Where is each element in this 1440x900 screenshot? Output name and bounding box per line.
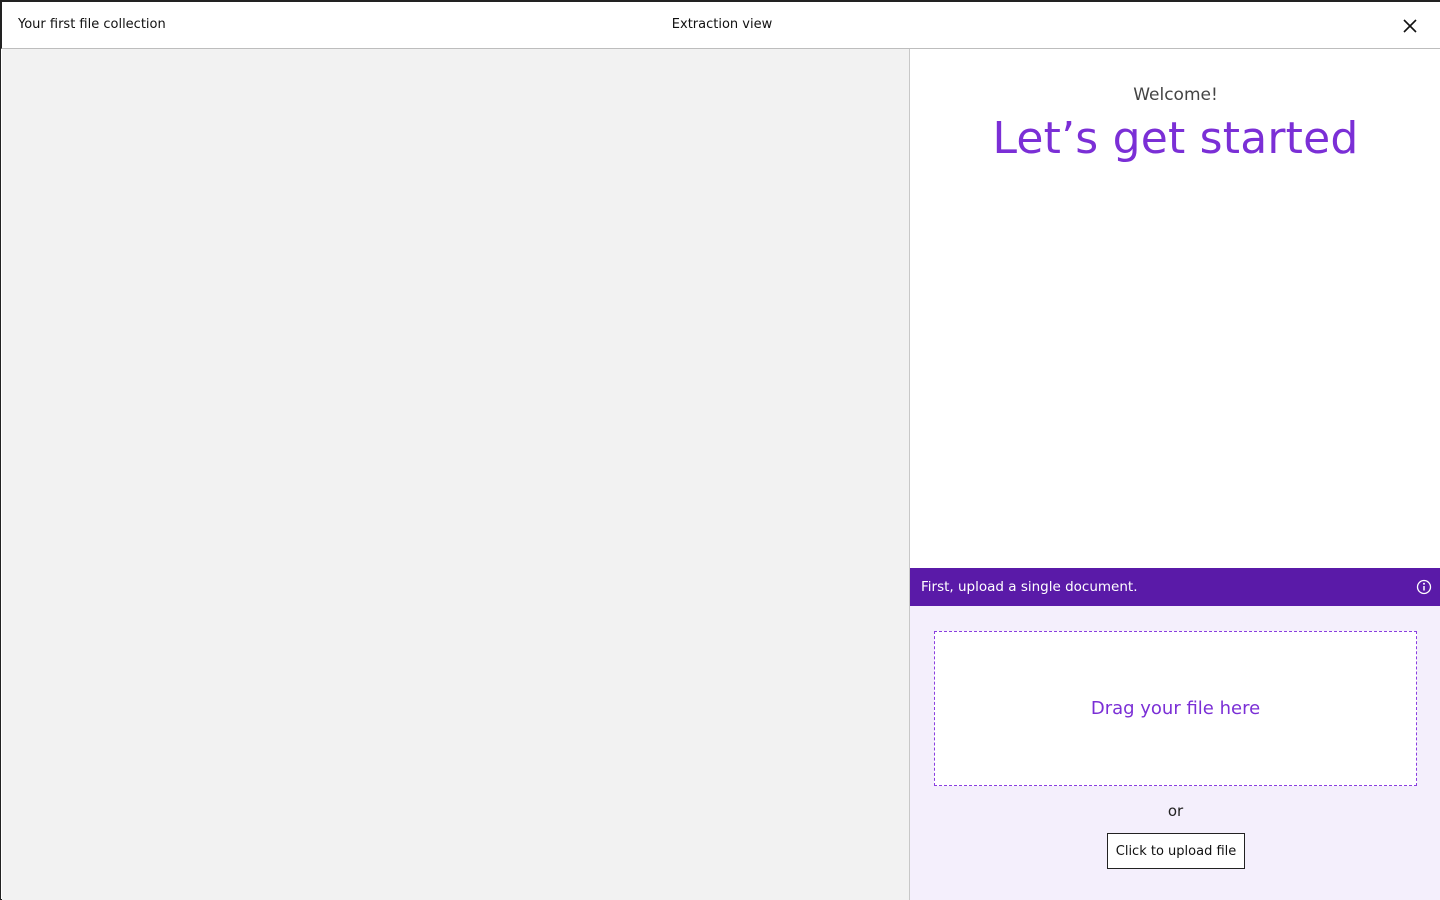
welcome-text: Welcome!: [1133, 85, 1218, 105]
dropzone-label: Drag your file here: [1090, 698, 1261, 719]
top-bar: Your first file collection Extraction vi…: [1, 1, 1440, 49]
close-icon: [1403, 19, 1417, 33]
view-title: Extraction view: [671, 17, 773, 32]
info-icon: [1416, 579, 1432, 595]
file-dropzone[interactable]: Drag your file here: [934, 631, 1417, 786]
close-button[interactable]: [1400, 16, 1420, 36]
upload-area: Drag your file here or Click to upload f…: [910, 606, 1440, 900]
step-banner: First, upload a single document.: [910, 568, 1440, 606]
or-separator: or: [1167, 802, 1184, 820]
info-button[interactable]: [1416, 579, 1432, 595]
app-window: Your first file collection Extraction vi…: [0, 0, 1440, 900]
upload-file-button[interactable]: Click to upload file: [1107, 833, 1245, 869]
step-text: First, upload a single document.: [921, 579, 1138, 595]
onboarding-panel: Welcome! Let’s get started First, upload…: [909, 49, 1440, 900]
page-title: Let’s get started: [992, 113, 1359, 164]
document-canvas: [2, 49, 909, 900]
